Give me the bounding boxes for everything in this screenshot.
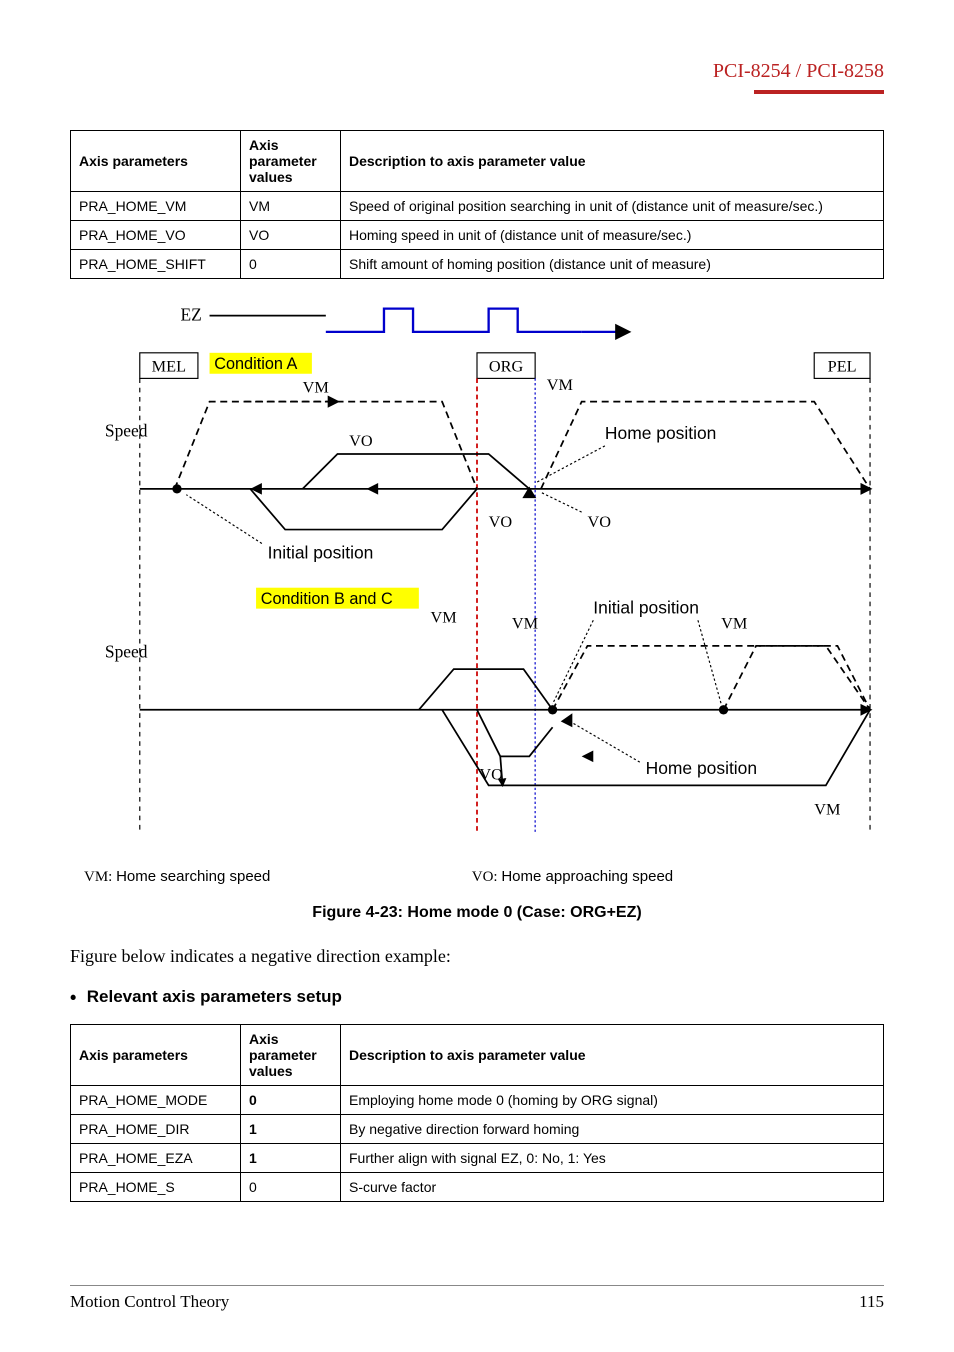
org-label: ORG [489, 357, 524, 375]
param-desc: S-curve factor [341, 1173, 884, 1202]
header-accent-bar [754, 90, 884, 94]
table-row: PRA_HOME_SHIFT 0 Shift amount of homing … [71, 250, 884, 279]
param-value: VO [241, 221, 341, 250]
document-page: PCI-8254 / PCI-8258 Axis parameters Axis… [0, 0, 954, 1352]
param-name: PRA_HOME_VM [71, 192, 241, 221]
bullet-text: Relevant axis parameters setup [87, 987, 342, 1006]
vm-label: VM [512, 614, 538, 632]
param-desc: Employing home mode 0 (homing by ORG sig… [341, 1086, 884, 1115]
ez-label: EZ [180, 304, 201, 324]
legend-vm-speed-label: VM: [84, 869, 112, 885]
table-header: Description to axis parameter value [341, 131, 884, 192]
bullet-heading: • Relevant axis parameters setup [70, 987, 884, 1008]
param-desc: Further align with signal EZ, 0: No, 1: … [341, 1144, 884, 1173]
param-name: PRA_HOME_DIR [71, 1115, 241, 1144]
param-desc: Speed of original position searching in … [341, 192, 884, 221]
speed-label: Speed [105, 421, 148, 441]
body-paragraph: Figure below indicates a negative direct… [70, 946, 884, 967]
table-header: Description to axis parameter value [341, 1025, 884, 1086]
bullet-icon: • [70, 987, 76, 1007]
table-header: Axis parameters [71, 1025, 241, 1086]
param-value: 0 [241, 1173, 341, 1202]
table-header: Axis parameter values [241, 1025, 341, 1086]
param-value: VM [241, 192, 341, 221]
axis-parameters-table-lower: Axis parameters Axis parameter values De… [70, 1024, 884, 1202]
page-content: Axis parameters Axis parameter values De… [70, 130, 884, 1202]
param-name: PRA_HOME_EZA [71, 1144, 241, 1173]
param-value: 0 [241, 250, 341, 279]
vo-label: VO [349, 432, 373, 450]
axis-parameters-table-upper: Axis parameters Axis parameter values De… [70, 130, 884, 279]
condition-a-label: Condition A [214, 355, 297, 373]
param-desc: Shift amount of homing position (distanc… [341, 250, 884, 279]
table-row: PRA_HOME_DIR 1 By negative direction for… [71, 1115, 884, 1144]
param-desc: Homing speed in unit of (distance unit o… [341, 221, 884, 250]
page-footer: Motion Control Theory 115 [70, 1285, 884, 1312]
mel-label: MEL [152, 357, 186, 375]
param-value: 1 [241, 1144, 341, 1173]
home-position-label: Home position [605, 423, 716, 443]
home-position-label: Home position [646, 758, 757, 778]
homing-diagram: EZ MEL ORG PEL Condition A VM [70, 297, 884, 860]
initial-position-label: Initial position [268, 543, 374, 563]
vo-label: VO [489, 513, 513, 531]
diagram-svg: EZ MEL ORG PEL Condition A VM [70, 297, 884, 855]
vm-label: VM [303, 378, 329, 396]
param-name: PRA_HOME_VO [71, 221, 241, 250]
initial-position-label: Initial position [593, 597, 699, 617]
table-row: PRA_HOME_S 0 S-curve factor [71, 1173, 884, 1202]
table-header: Axis parameters [71, 131, 241, 192]
legend-vm-text: Home searching speed [116, 868, 270, 885]
table-row: PRA_HOME_MODE 0 Employing home mode 0 (h… [71, 1086, 884, 1115]
param-name: PRA_HOME_SHIFT [71, 250, 241, 279]
table-row: PRA_HOME_EZA 1 Further align with signal… [71, 1144, 884, 1173]
vm-label: VM [547, 376, 573, 394]
page-header-title: PCI-8254 / PCI-8258 [713, 60, 884, 83]
pel-label: PEL [828, 357, 857, 375]
table-header: Axis parameter values [241, 131, 341, 192]
condition-bc-label: Condition B and C [261, 590, 393, 608]
vm-label: VM [430, 609, 456, 627]
table-header-row: Axis parameters Axis parameter values De… [71, 131, 884, 192]
vo-label: VO [587, 513, 611, 531]
vm-label: VM [814, 800, 840, 818]
figure-caption: Figure 4-23: Home mode 0 (Case: ORG+EZ) [70, 904, 884, 922]
speed-label: Speed [105, 641, 148, 661]
legend-vo-speed-label: VO: [472, 869, 498, 885]
footer-section: Motion Control Theory [70, 1292, 229, 1312]
vm-label: VM [721, 614, 747, 632]
table-header-row: Axis parameters Axis parameter values De… [71, 1025, 884, 1086]
param-value: 1 [241, 1115, 341, 1144]
param-name: PRA_HOME_MODE [71, 1086, 241, 1115]
footer-page-number: 115 [859, 1292, 884, 1312]
table-row: PRA_HOME_VO VO Homing speed in unit of (… [71, 221, 884, 250]
param-name: PRA_HOME_S [71, 1173, 241, 1202]
legend-vo-text: Home approaching speed [501, 868, 673, 885]
vo-label: VO [479, 766, 503, 784]
table-row: PRA_HOME_VM VM Speed of original positio… [71, 192, 884, 221]
diagram-legend: VM: Home searching speed VO: Home approa… [84, 868, 884, 886]
param-desc: By negative direction forward homing [341, 1115, 884, 1144]
param-value: 0 [241, 1086, 341, 1115]
